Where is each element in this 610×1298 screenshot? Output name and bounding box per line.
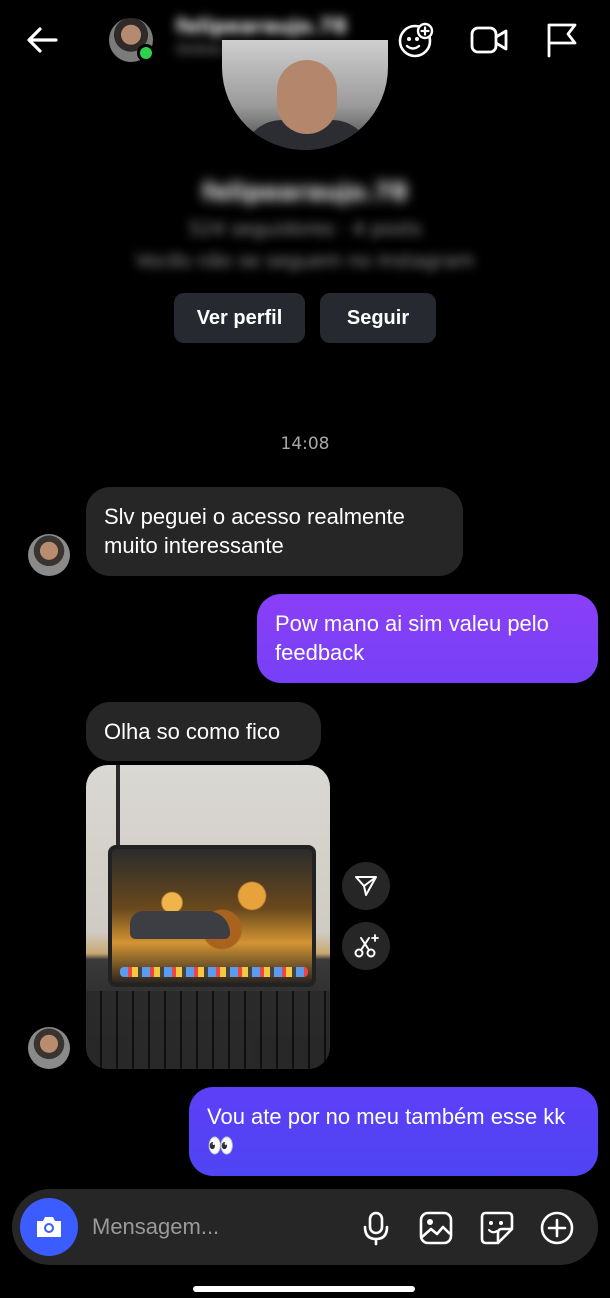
message-composer xyxy=(12,1189,598,1265)
incoming-message[interactable]: Slv peguei o acesso realmente muito inte… xyxy=(86,487,463,576)
contact-name[interactable]: felipearaujo.78 xyxy=(176,14,347,38)
view-profile-button[interactable]: Ver perfil xyxy=(174,293,305,343)
sender-avatar[interactable] xyxy=(28,1027,70,1069)
profile-relation: Vocês não se seguem no Instagram xyxy=(135,250,475,272)
message-text: Slv peguei o acesso realmente muito inte… xyxy=(104,504,405,558)
sticker-icon[interactable] xyxy=(478,1209,516,1247)
message-text: Olha so como fico xyxy=(104,719,281,744)
home-indicator xyxy=(193,1286,415,1292)
message-text: Pow mano ai sim valeu pelo feedback xyxy=(275,611,549,665)
share-button[interactable] xyxy=(342,862,390,910)
message-text: Vou ate por no meu também esse kk👀 xyxy=(207,1104,566,1158)
profile-stats: 524 seguidores · 4 posts xyxy=(188,218,422,240)
profile-username: felipearaujo.78 xyxy=(202,178,408,206)
camera-button[interactable] xyxy=(20,1198,78,1256)
online-indicator xyxy=(137,44,155,62)
plus-icon[interactable] xyxy=(538,1209,576,1247)
camera-icon xyxy=(37,1217,61,1237)
send-icon xyxy=(355,876,377,896)
back-arrow-icon[interactable] xyxy=(22,20,62,60)
outgoing-message[interactable]: Vou ate por no meu também esse kk👀 xyxy=(189,1087,598,1176)
message-timestamp: 14:08 xyxy=(280,434,330,454)
add-people-icon[interactable] xyxy=(396,20,436,60)
message-input[interactable] xyxy=(92,1211,342,1243)
laptop-photo xyxy=(108,845,316,987)
gallery-icon[interactable] xyxy=(417,1209,455,1247)
follow-button[interactable]: Seguir xyxy=(320,293,436,343)
video-camera-icon[interactable] xyxy=(469,20,509,60)
incoming-message[interactable]: Olha so como fico xyxy=(86,702,321,761)
flag-icon[interactable] xyxy=(542,20,582,60)
profile-photo[interactable] xyxy=(222,40,388,150)
photo-message[interactable] xyxy=(86,765,330,1069)
sender-avatar[interactable] xyxy=(28,534,70,576)
microphone-icon[interactable] xyxy=(357,1209,395,1247)
scissors-sparkle-icon xyxy=(354,934,379,958)
remix-button[interactable] xyxy=(342,922,390,970)
outgoing-message[interactable]: Pow mano ai sim valeu pelo feedback xyxy=(257,594,598,683)
